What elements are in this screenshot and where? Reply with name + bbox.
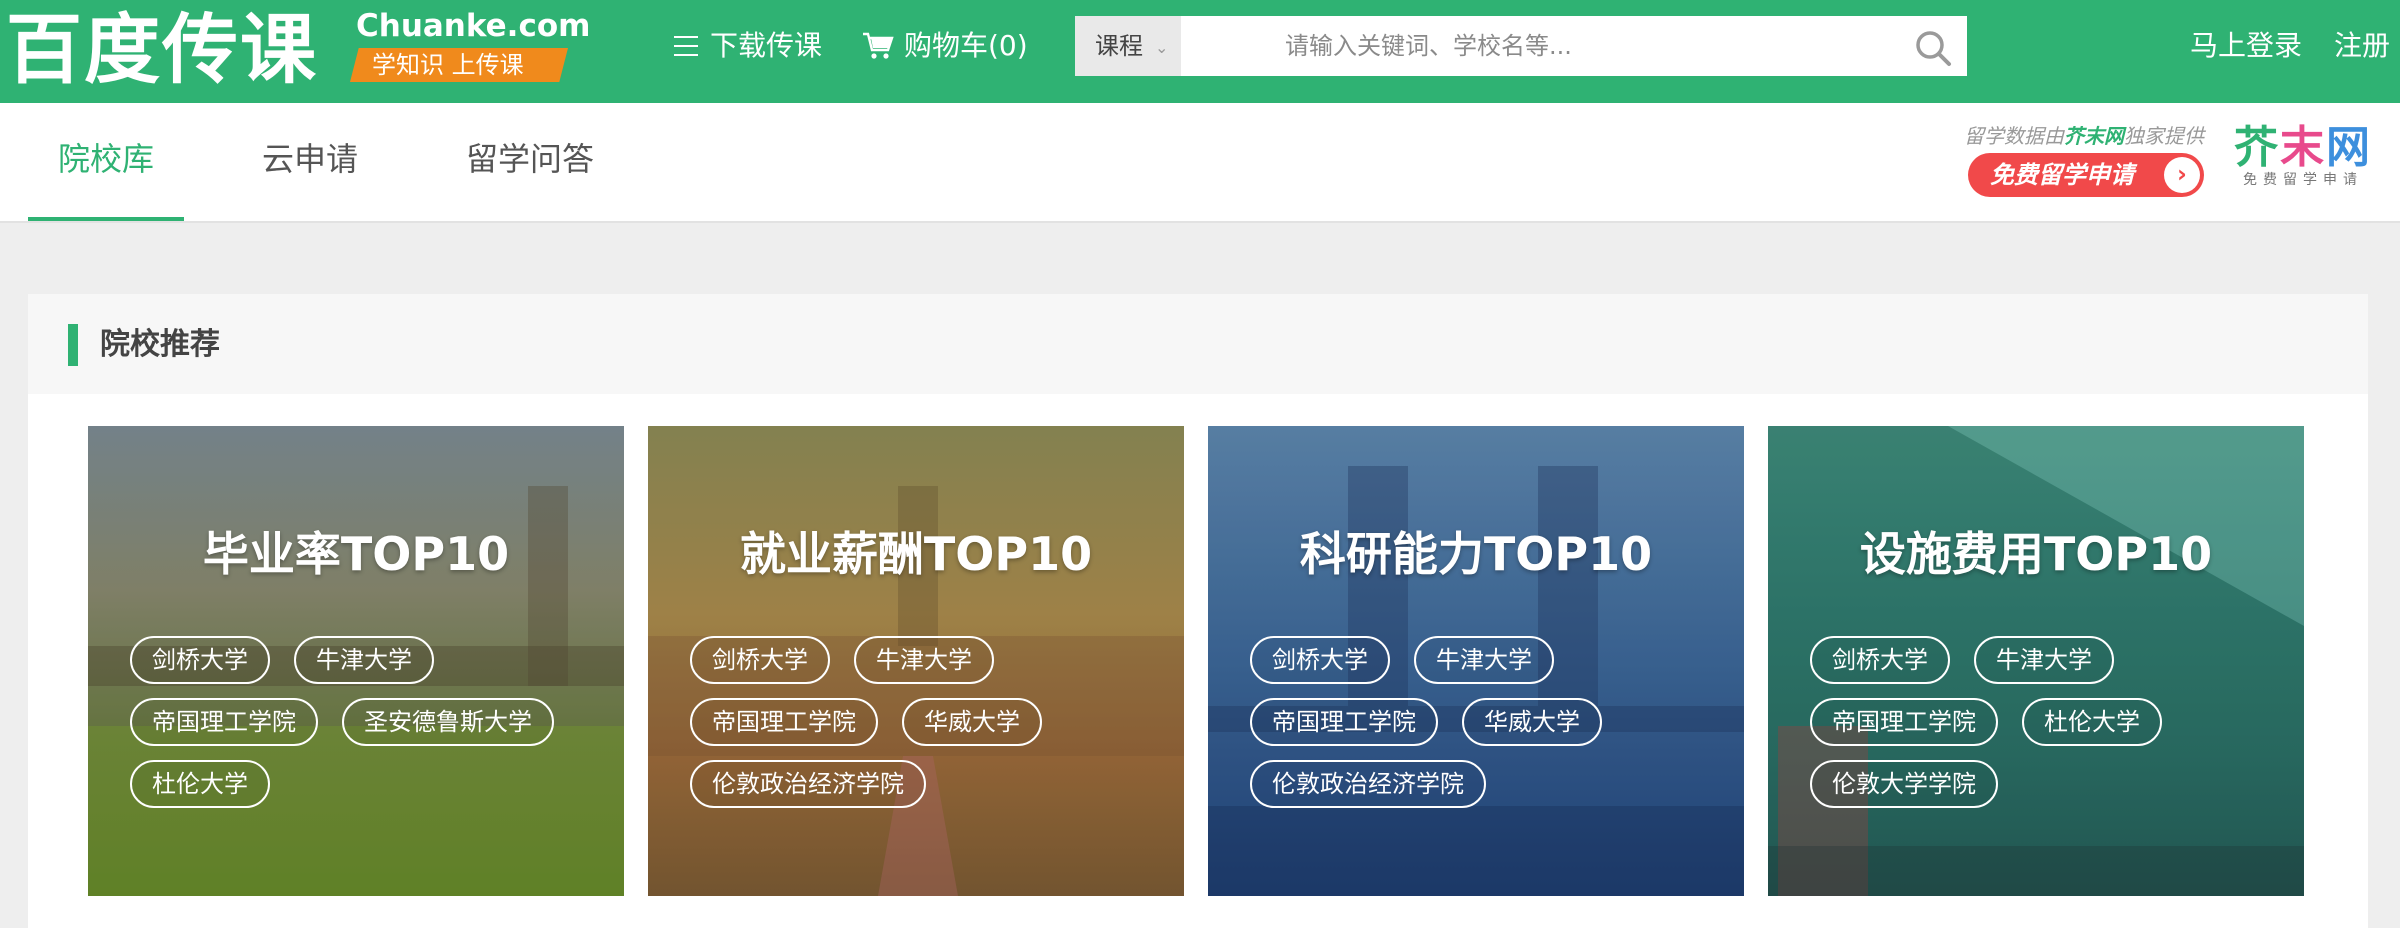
magnifier-icon[interactable] bbox=[1913, 28, 1953, 68]
ranking-card-salary[interactable]: 就业薪酬TOP10 剑桥大学 牛津大学 帝国理工学院 华威大学 伦敦政治经济学院 bbox=[648, 426, 1184, 896]
search-input[interactable] bbox=[1181, 16, 1901, 76]
tab-study-abroad-qa[interactable]: 留学问答 bbox=[466, 103, 594, 221]
school-tag[interactable]: 帝国理工学院 bbox=[690, 698, 878, 746]
school-tag[interactable]: 杜伦大学 bbox=[130, 760, 270, 808]
school-tag-list: 剑桥大学 牛津大学 帝国理工学院 华威大学 伦敦政治经济学院 bbox=[1250, 636, 1720, 808]
card-title: 毕业率TOP10 bbox=[202, 527, 510, 581]
tab-school-library[interactable]: 院校库 bbox=[28, 103, 184, 221]
panel-accent-bar bbox=[68, 324, 78, 366]
school-tag[interactable]: 牛津大学 bbox=[294, 636, 434, 684]
school-tag-list: 剑桥大学 牛津大学 帝国理工学院 圣安德鲁斯大学 杜伦大学 bbox=[130, 636, 600, 808]
promo-caption: 留学数据由芥末网独家提供 bbox=[1964, 123, 2204, 149]
download-link[interactable]: 下载传课 bbox=[672, 22, 822, 70]
ranking-card-graduation[interactable]: 毕业率TOP10 剑桥大学 牛津大学 帝国理工学院 圣安德鲁斯大学 杜伦大学 bbox=[88, 426, 624, 896]
school-tag-list: 剑桥大学 牛津大学 帝国理工学院 华威大学 伦敦政治经济学院 bbox=[690, 636, 1160, 808]
search-bar: 课程 ⌄ bbox=[1075, 16, 1967, 76]
search-category-select[interactable]: 课程 ⌄ bbox=[1075, 16, 1181, 76]
login-link[interactable]: 马上登录 bbox=[2190, 22, 2302, 70]
top-header: 百度传课 Chuanke.com 学知识 上传课 下载传课 购物车(0) 课程 … bbox=[0, 0, 2400, 103]
school-tag[interactable]: 华威大学 bbox=[902, 698, 1042, 746]
download-label: 下载传课 bbox=[710, 29, 823, 62]
school-recommend-panel: 院校推荐 毕业率TOP10 剑桥大学 牛津大学 帝国理工学院 圣安德鲁斯大学 杜… bbox=[28, 294, 2368, 928]
promo-suffix: 独家提供 bbox=[2124, 124, 2204, 148]
free-apply-label: 免费留学申请 bbox=[1990, 161, 2134, 189]
search-category-label: 课程 bbox=[1095, 32, 1143, 60]
chevron-right-icon: › bbox=[2164, 157, 2200, 193]
logo-slogan: 学知识 上传课 bbox=[350, 48, 568, 82]
jiemo-logo-sub: 免费留学申请 bbox=[2243, 172, 2363, 188]
school-tag[interactable]: 剑桥大学 bbox=[690, 636, 830, 684]
school-tag[interactable]: 华威大学 bbox=[1462, 698, 1602, 746]
school-tag[interactable]: 伦敦政治经济学院 bbox=[1250, 760, 1486, 808]
jiemo-logo-main: 芥末网 bbox=[2234, 122, 2372, 173]
school-tag[interactable]: 帝国理工学院 bbox=[130, 698, 318, 746]
school-tag[interactable]: 杜伦大学 bbox=[2022, 698, 2162, 746]
school-tag[interactable]: 帝国理工学院 bbox=[1810, 698, 1998, 746]
panel-title: 院校推荐 bbox=[100, 327, 220, 362]
register-link[interactable]: 注册 bbox=[2334, 22, 2390, 70]
school-tag[interactable]: 伦敦政治经济学院 bbox=[690, 760, 926, 808]
card-title: 设施费用TOP10 bbox=[1859, 527, 2213, 581]
logo-chinese[interactable]: 百度传课 bbox=[6, 4, 318, 96]
school-tag[interactable]: 圣安德鲁斯大学 bbox=[342, 698, 554, 746]
school-tag[interactable]: 牛津大学 bbox=[1974, 636, 2114, 684]
school-tag[interactable]: 牛津大学 bbox=[1414, 636, 1554, 684]
ranking-card-research[interactable]: 科研能力TOP10 剑桥大学 牛津大学 帝国理工学院 华威大学 伦敦政治经济学院 bbox=[1208, 426, 1744, 896]
list-icon bbox=[674, 36, 698, 56]
promo-prefix: 留学数据由 bbox=[1964, 124, 2064, 148]
school-tag[interactable]: 伦敦大学学院 bbox=[1810, 760, 1998, 808]
cart-label: 购物车(0) bbox=[904, 29, 1028, 62]
school-tag[interactable]: 帝国理工学院 bbox=[1250, 698, 1438, 746]
chevron-down-icon: ⌄ bbox=[1155, 38, 1169, 57]
card-title: 就业薪酬TOP10 bbox=[739, 527, 1093, 581]
school-tag[interactable]: 剑桥大学 bbox=[1810, 636, 1950, 684]
card-title: 科研能力TOP10 bbox=[1299, 527, 1653, 581]
school-tag[interactable]: 剑桥大学 bbox=[1250, 636, 1390, 684]
promo-brand: 芥末网 bbox=[2064, 124, 2124, 148]
school-tag[interactable]: 牛津大学 bbox=[854, 636, 994, 684]
tab-cloud-apply[interactable]: 云申请 bbox=[262, 103, 358, 221]
school-tag[interactable]: 剑桥大学 bbox=[130, 636, 270, 684]
jiemo-logo[interactable]: 芥末网 免费留学申请 bbox=[2230, 125, 2376, 189]
panel-header: 院校推荐 bbox=[28, 294, 2368, 394]
logo-english[interactable]: Chuanke.com bbox=[356, 6, 590, 46]
cart-link[interactable]: 购物车(0) bbox=[862, 22, 1028, 70]
cart-icon bbox=[863, 32, 894, 59]
school-tag-list: 剑桥大学 牛津大学 帝国理工学院 杜伦大学 伦敦大学学院 bbox=[1810, 636, 2280, 808]
ranking-card-facilities[interactable]: 设施费用TOP10 剑桥大学 牛津大学 帝国理工学院 杜伦大学 伦敦大学学院 bbox=[1768, 426, 2304, 896]
free-apply-button[interactable]: 免费留学申请 › bbox=[1968, 153, 2204, 197]
sub-navigation: 院校库 云申请 留学问答 留学数据由芥末网独家提供 免费留学申请 › 芥末网 免… bbox=[0, 103, 2400, 223]
